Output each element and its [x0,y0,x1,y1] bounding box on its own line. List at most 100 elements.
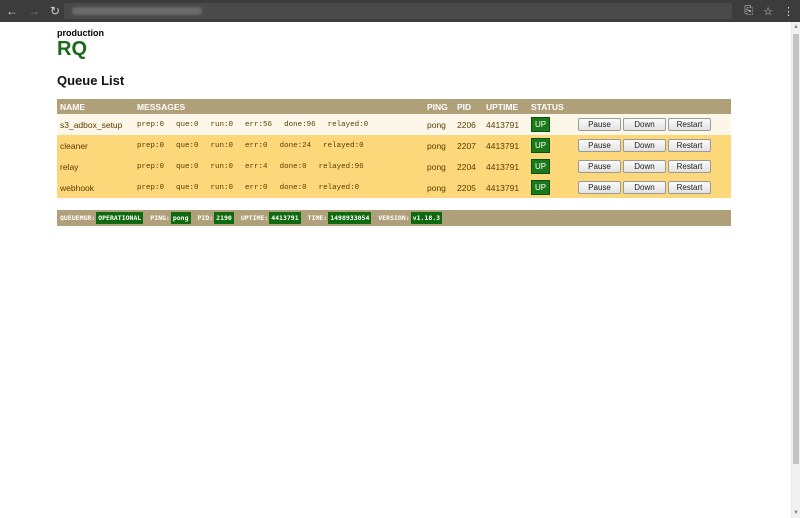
queue-uptime: 4413791 [486,119,520,130]
msg-err: err:4 [245,162,268,171]
time-value: 1498933054 [328,212,372,224]
browser-actions: ⎘ ☆ ⋮ [740,5,794,18]
status-badge: UP [531,159,551,174]
reload-icon[interactable]: ↻ [50,4,60,18]
queue-name: relay [60,161,79,172]
queue-name: s3_adbox_setup [60,119,123,130]
restart-button[interactable]: Restart [668,139,711,152]
ping-value: pong [170,212,191,224]
msg-err: err:0 [245,183,268,192]
browser-nav: ← → ↻ [6,4,60,18]
restart-button[interactable]: Restart [668,160,711,173]
version-label: VERSION: [378,214,410,222]
queue-pid: 2205 [457,182,476,193]
down-button[interactable]: Down [623,181,666,194]
ping-label: PING: [150,214,170,222]
msg-done: done:0 [279,183,307,192]
msg-err: err:56 [245,120,273,129]
queue-ping: pong [427,161,446,172]
version-value: v1.18.3 [410,212,443,224]
queue-pid: 2207 [457,140,476,151]
queuemgr-value: OPERATIONAL [96,212,144,224]
down-button[interactable]: Down [623,118,666,131]
msg-done: done:0 [279,162,307,171]
restart-button[interactable]: Restart [668,118,711,131]
page-viewport: production RQ Queue List NAME MESSAGES P… [0,22,800,518]
forward-icon[interactable]: → [28,4,40,18]
queue-uptime: 4413791 [486,182,520,193]
star-icon[interactable]: ☆ [763,5,773,18]
uptime-label: UPTIME: [240,214,269,222]
back-icon[interactable]: ← [6,4,18,18]
queue-status: UP [528,156,568,177]
translate-icon[interactable]: ⎘ [744,5,753,18]
scroll-up-icon[interactable]: ▲ [792,22,800,32]
msg-relayed: relayed:96 [318,162,364,171]
pause-button[interactable]: Pause [578,160,621,173]
table-row: cleaner prep:0 que:0 run:0 err:0 done:24 rela… [57,135,731,156]
status-badge: UP [531,117,551,132]
msg-que: que:0 [176,141,199,150]
brand-logo: RQ [57,38,87,60]
pid-label: PID: [197,214,214,222]
queue-messages: prep:0 que:0 run:0 err:4 done:0 relayed:96 [134,156,424,177]
menu-icon[interactable]: ⋮ [783,5,794,18]
scroll-down-icon[interactable]: ▼ [792,508,800,518]
queue-actions: Pause Down Restart [568,114,731,135]
address-bar[interactable] [64,3,732,19]
restart-button[interactable]: Restart [668,181,711,194]
table-row: relay prep:0 que:0 run:0 err:4 done:0 relayed… [57,156,731,177]
msg-que: que:0 [176,120,199,129]
msg-relayed: relayed:0 [327,120,369,129]
table-row: webhook prep:0 que:0 run:0 err:0 done:0 relay… [57,177,731,198]
column-header-status: STATUS [531,101,564,112]
column-header-uptime: UPTIME [486,101,519,112]
msg-run: run:0 [210,120,234,129]
msg-que: que:0 [176,162,199,171]
queue-ping: pong [427,182,446,193]
down-button[interactable]: Down [623,139,666,152]
queue-ping: pong [427,140,446,151]
queue-pid: 2204 [457,161,476,172]
msg-done: done:96 [284,120,316,129]
column-header-name: NAME [60,101,86,112]
pause-button[interactable]: Pause [578,118,621,131]
queue-ping: pong [427,119,446,130]
page-title: Queue List [57,73,125,88]
uptime-value: 4413791 [269,212,301,224]
msg-run: run:0 [210,141,234,150]
status-badge: UP [531,138,551,153]
pause-button[interactable]: Pause [578,139,621,152]
msg-prep: prep:0 [137,162,165,171]
column-header-ping: PING [427,101,448,112]
time-label: TIME: [307,214,328,222]
queue-name: webhook [60,182,95,193]
table-row: s3_adbox_setup prep:0 que:0 run:0 err:56 don… [57,114,731,135]
browser-toolbar: ← → ↻ ⎘ ☆ ⋮ [0,0,800,22]
status-badge: UP [531,180,551,195]
pid-value: 2190 [214,212,234,224]
queue-uptime: 4413791 [486,140,520,151]
column-header-pid: PID [457,101,472,112]
queue-messages: prep:0 que:0 run:0 err:56 done:96 relayed:0 [134,114,424,135]
page-content: production RQ Queue List NAME MESSAGES P… [57,28,731,226]
column-header-messages: MESSAGES [137,101,186,112]
queue-name: cleaner [60,140,88,151]
page-scrollbar[interactable]: ▲ ▼ [791,22,800,518]
msg-que: que:0 [176,183,199,192]
pause-button[interactable]: Pause [578,181,621,194]
scrollbar-thumb[interactable] [793,34,799,464]
queue-status: UP [528,135,568,156]
queue-uptime: 4413791 [486,161,520,172]
queuemgr-label: QUEUEMGR: [60,214,96,222]
column-header-actions [568,99,731,114]
down-button[interactable]: Down [623,160,666,173]
queue-pid: 2206 [457,119,476,130]
queue-actions: Pause Down Restart [568,135,731,156]
queue-messages: prep:0 que:0 run:0 err:0 done:24 relayed:0 [134,135,424,156]
msg-relayed: relayed:0 [323,141,364,150]
msg-run: run:0 [210,162,234,171]
msg-err: err:0 [245,141,268,150]
queue-table: NAME MESSAGES PING PID UPTIME STATUS s3_… [57,99,731,198]
msg-prep: prep:0 [137,141,165,150]
